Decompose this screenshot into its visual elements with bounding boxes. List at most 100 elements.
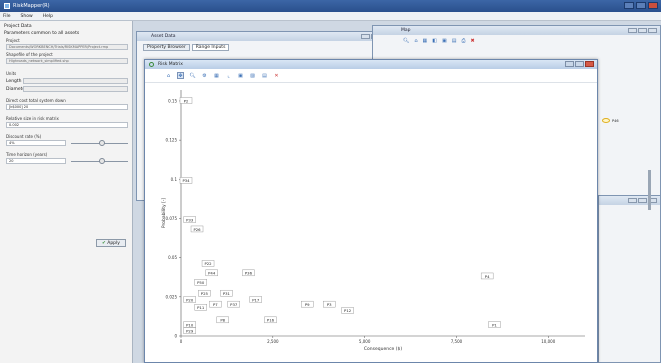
data-point[interactable]: P29 <box>183 327 196 334</box>
point-label: P22 <box>204 261 212 266</box>
risk-matrix-window[interactable]: Risk Matrix ⌂ ✥ 🔍︎ ⚙ ▦ ⌞ ▣ ▨ ▤ ✕ 0 0.025 0… <box>144 59 598 363</box>
y-tick-label: 0.125 <box>166 138 178 143</box>
project-label: Project <box>6 38 20 43</box>
tab-range-inputs[interactable]: Range Inputs <box>191 44 230 51</box>
point-label: P17 <box>252 297 260 302</box>
relative-size-field[interactable]: 0.002 <box>6 122 128 128</box>
data-point[interactable]: P12 <box>341 307 354 314</box>
slider-handle[interactable] <box>99 140 106 146</box>
secondary-window[interactable] <box>598 195 661 363</box>
settings-icon[interactable]: ⚙ <box>201 72 208 79</box>
y-tick-label: 0 <box>174 334 177 339</box>
close-button[interactable] <box>648 2 658 9</box>
data-point[interactable]: P20 <box>183 296 196 303</box>
data-point[interactable]: P33 <box>183 216 196 223</box>
data-point[interactable]: P31 <box>220 289 233 297</box>
maximize-button[interactable] <box>638 28 647 33</box>
maximize-button[interactable] <box>636 2 646 9</box>
export-icon[interactable]: ▤ <box>452 38 457 44</box>
time-horizon-slider[interactable] <box>71 158 128 164</box>
data-point[interactable]: P4 <box>480 272 494 280</box>
risk-matrix-toolbar: ⌂ ✥ 🔍︎ ⚙ ▦ ⌞ ▣ ▨ ▤ ✕ <box>145 69 597 83</box>
home-icon[interactable]: ⌂ <box>165 72 172 79</box>
grid-icon[interactable]: ▦ <box>423 38 428 44</box>
data-point[interactable]: P37 <box>227 300 240 308</box>
zoom-icon[interactable]: 🔍︎ <box>403 38 409 44</box>
map-toolbar: 🔍︎ ⌂ ▦ ◧ ▣ ▤ ⎙ ✖ <box>373 35 660 47</box>
pan-icon[interactable]: ✥ <box>177 72 184 79</box>
project-path-field[interactable]: Documents/WORKBENCH/Trials/RISKMAPPER/Pr… <box>6 44 128 50</box>
asset-data-tabs: Property Browser Range Inputs <box>137 41 393 54</box>
print-icon[interactable]: ⎙ <box>461 38 465 44</box>
slider-handle[interactable] <box>99 158 106 164</box>
menu-file[interactable]: File <box>3 14 11 19</box>
minimize-button[interactable] <box>628 198 637 203</box>
layer-icon[interactable]: ◧ <box>432 38 437 44</box>
data-point[interactable]: P10 <box>183 321 196 328</box>
minimize-button[interactable] <box>628 28 637 33</box>
relative-size-label: Relative size in risk matrix <box>6 116 59 121</box>
line-icon[interactable]: ⌞ <box>225 72 232 79</box>
data-point[interactable]: P9 <box>300 300 314 308</box>
discount-rate-slider[interactable] <box>71 140 128 146</box>
data-point[interactable]: P2 <box>179 97 193 104</box>
data-point[interactable]: P50 <box>194 279 207 286</box>
data-point[interactable]: P22 <box>201 260 215 267</box>
point-label: P2 <box>184 98 189 103</box>
close-map-icon[interactable]: ✖ <box>471 38 475 44</box>
data-point[interactable]: P34 <box>179 177 193 184</box>
shapefile-field[interactable]: Highroads_network_simplified.shp <box>6 58 128 64</box>
point-label: P20 <box>186 297 194 302</box>
length-field[interactable] <box>23 78 128 84</box>
maximize-button[interactable] <box>638 198 647 203</box>
minimize-button[interactable] <box>565 61 574 67</box>
point-label: P8 <box>220 318 225 323</box>
data-point[interactable]: P3 <box>323 300 336 308</box>
data-point[interactable]: P8 <box>216 316 229 324</box>
image-icon[interactable]: ▨ <box>249 72 256 79</box>
point-label: P1 <box>492 322 497 327</box>
menu-show[interactable]: Show <box>21 14 33 19</box>
home-icon[interactable]: ⌂ <box>414 38 417 44</box>
grid-icon[interactable]: ▦ <box>213 72 220 79</box>
menu-help[interactable]: Help <box>43 14 53 19</box>
close-button[interactable] <box>648 28 657 33</box>
data-point[interactable]: P26 <box>190 225 204 233</box>
export-icon[interactable]: ▤ <box>261 72 268 79</box>
risk-matrix-chart[interactable]: 0 0.025 0.05 0.075 0.1 0.125 0.15 0 2,500 5,000 7,… <box>145 84 597 363</box>
point-label: P4 <box>485 274 490 279</box>
pdf-icon[interactable]: ✕ <box>273 72 280 79</box>
common-params-heading: Parameters common to all assets <box>4 31 80 36</box>
checkmark-icon: ✔ <box>102 241 106 246</box>
data-point[interactable]: P36 <box>242 269 255 277</box>
direct-cost-field[interactable]: [k$000] 20 <box>6 104 128 110</box>
data-point[interactable]: P17 <box>249 296 262 303</box>
zoom-icon[interactable]: 🔍︎ <box>189 72 196 79</box>
data-point[interactable]: P44 <box>205 269 218 277</box>
vertical-scrollbar[interactable] <box>648 170 651 210</box>
app-title: RiskMapper(R) <box>13 3 50 9</box>
apply-button[interactable]: ✔ Apply <box>96 239 126 247</box>
close-button[interactable] <box>585 61 594 67</box>
data-point[interactable]: P7 <box>209 300 222 308</box>
point-label: P34 <box>182 178 190 183</box>
save-icon[interactable]: ▣ <box>442 38 447 44</box>
point-label: P10 <box>186 322 194 327</box>
data-point[interactable]: P11 <box>194 304 207 311</box>
map-marker[interactable]: P46 <box>602 118 619 123</box>
y-tick-label: 0.05 <box>168 255 177 260</box>
discount-rate-field[interactable]: 4% <box>6 140 66 146</box>
minimize-button[interactable] <box>361 34 370 39</box>
minimize-button[interactable] <box>624 2 634 9</box>
diameter-field[interactable] <box>23 86 128 92</box>
data-point[interactable]: P25 <box>198 289 211 297</box>
y-tick-label: 0.1 <box>171 177 178 182</box>
point-label: P29 <box>186 329 194 334</box>
data-point[interactable]: P16 <box>264 316 277 324</box>
tab-property-browser[interactable]: Property Browser <box>143 44 190 51</box>
maximize-button[interactable] <box>575 61 584 67</box>
time-horizon-field[interactable]: 20 <box>6 158 66 164</box>
data-point[interactable]: P1 <box>488 321 501 328</box>
save-icon[interactable]: ▣ <box>237 72 244 79</box>
point-label: P44 <box>208 271 216 276</box>
